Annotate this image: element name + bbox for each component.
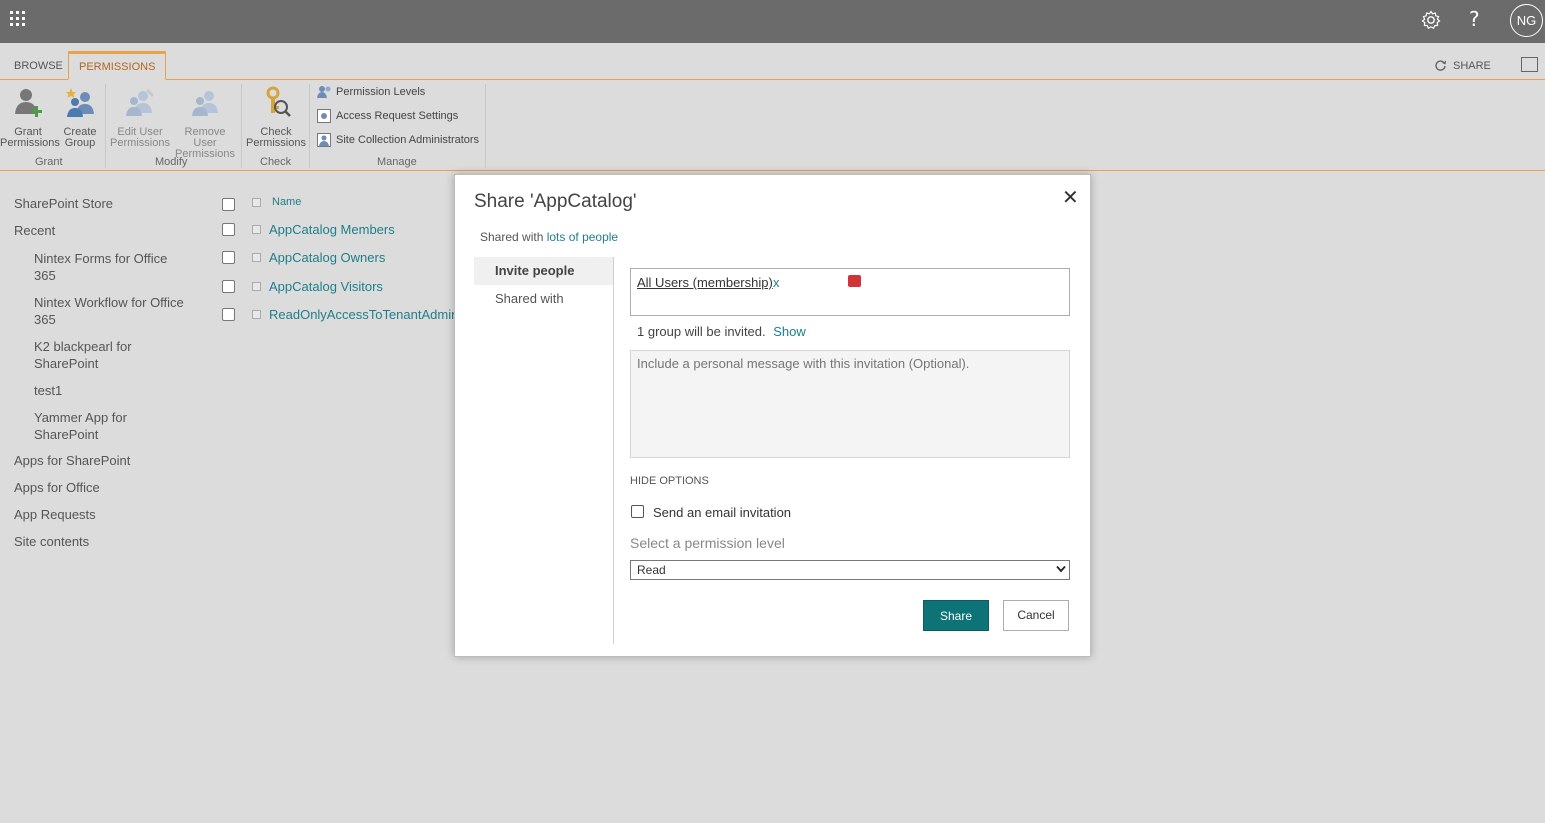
chevron-down-icon (1056, 565, 1066, 573)
check-permissions-button[interactable]: Check Permissions (246, 86, 306, 149)
grant-permissions-icon (15, 89, 42, 117)
cancel-button[interactable]: Cancel (1003, 600, 1069, 631)
row-item-checkbox[interactable] (252, 282, 261, 291)
row-item-checkbox[interactable] (252, 253, 261, 262)
group-label-manage: Manage (377, 156, 417, 168)
nav-item-nintex-forms[interactable]: Nintex Forms for Office 365 (34, 250, 184, 284)
invited-count-text: 1 group will be invited. Show (637, 324, 806, 339)
tab-shared-with[interactable]: Shared with (474, 285, 613, 313)
site-collection-administrators-button[interactable]: Site Collection Administrators (317, 133, 479, 147)
list-item-link[interactable]: AppCatalog Members (269, 222, 395, 237)
show-link[interactable]: Show (773, 324, 806, 339)
list-item-link[interactable]: AppCatalog Owners (269, 250, 385, 265)
nav-item-nintex-workflow[interactable]: Nintex Workflow for Office 365 (34, 294, 184, 328)
edit-user-permissions-icon (126, 88, 155, 116)
app-launcher-icon[interactable] (10, 11, 26, 27)
ribbon-tab-row: BROWSE PERMISSIONS SHARE (0, 43, 1545, 80)
row-checkbox[interactable] (222, 308, 235, 321)
ribbon-separator (309, 84, 310, 168)
share-page-button[interactable]: SHARE (1434, 59, 1491, 72)
site-collection-admins-icon (317, 133, 331, 147)
create-group-label-2: Group (64, 137, 96, 149)
list-item-link[interactable]: ReadOnlyAccessToTenantAdminS (269, 307, 467, 322)
ribbon-separator (485, 84, 486, 168)
ribbon-separator (105, 84, 106, 168)
header-item-checkbox[interactable] (252, 198, 261, 207)
tab-browse[interactable]: BROWSE (4, 53, 73, 80)
tab-invite-people[interactable]: Invite people (474, 257, 613, 285)
shared-with-summary: Shared with lots of people (480, 230, 618, 244)
avatar[interactable]: NG (1510, 4, 1543, 37)
send-email-label: Send an email invitation (653, 505, 792, 520)
dialog-side-nav: Invite people Shared with (474, 257, 614, 644)
help-icon[interactable]: ? (1469, 7, 1480, 31)
remove-token-button[interactable]: x (773, 275, 780, 290)
shared-with-prefix: Shared with (480, 230, 544, 244)
row-checkbox[interactable] (222, 251, 235, 264)
permission-levels-label: Permission Levels (336, 86, 426, 98)
nav-item-yammer-app[interactable]: Yammer App for SharePoint (34, 409, 184, 443)
nav-item-apps-for-office[interactable]: Apps for Office (14, 480, 100, 495)
dialog-title: Share 'AppCatalog' (474, 191, 637, 212)
suite-bar: ? NG (0, 0, 1545, 43)
permission-level-label: Select a permission level (630, 535, 785, 551)
site-collection-administrators-label: Site Collection Administrators (336, 134, 480, 146)
access-request-icon (317, 109, 331, 123)
permission-level-value: Read (637, 563, 666, 577)
row-checkbox[interactable] (222, 223, 235, 236)
check-permissions-label-2: Permissions (246, 137, 306, 149)
grant-permissions-label-2: Permissions (0, 137, 60, 149)
group-label-check: Check (260, 156, 292, 168)
select-all-checkbox[interactable] (222, 198, 235, 211)
group-label-modify: Modify (155, 156, 188, 168)
tab-permissions[interactable]: PERMISSIONS (68, 51, 167, 80)
people-token[interactable]: All Users (membership) (637, 275, 773, 290)
nav-item-k2-blackpearl[interactable]: K2 blackpearl for SharePoint (34, 338, 184, 372)
edit-user-permissions-label-2: Permissions (110, 137, 170, 149)
nav-item-site-contents[interactable]: Site contents (14, 534, 89, 549)
gear-icon[interactable] (1420, 9, 1442, 31)
grant-permissions-button[interactable]: Grant Permissions (0, 86, 60, 149)
remove-user-permissions-icon (192, 91, 218, 116)
row-checkbox[interactable] (222, 280, 235, 293)
remove-user-permissions-label-1: Remove User (184, 126, 226, 149)
hide-options-link[interactable]: HIDE OPTIONS (630, 475, 709, 487)
share-sync-icon (1435, 60, 1447, 71)
list-item-link[interactable]: AppCatalog Visitors (269, 279, 383, 294)
access-request-settings-label: Access Request Settings (336, 110, 459, 122)
permission-level-select[interactable]: Read (630, 560, 1070, 580)
send-email-checkbox[interactable] (631, 505, 644, 518)
shared-with-link[interactable]: lots of people (547, 230, 618, 244)
check-permissions-icon (266, 86, 291, 117)
access-request-settings-button[interactable]: Access Request Settings (317, 109, 458, 123)
focus-on-content-icon[interactable] (1521, 57, 1538, 72)
row-item-checkbox[interactable] (252, 310, 261, 319)
row-item-checkbox[interactable] (252, 225, 261, 234)
close-icon[interactable]: ✕ (1062, 185, 1079, 209)
share-page-label: SHARE (1453, 59, 1491, 72)
invited-count-label: 1 group will be invited. (637, 324, 766, 339)
nav-item-sharepoint-store[interactable]: SharePoint Store (14, 196, 113, 211)
column-header-name[interactable]: Name (272, 196, 301, 208)
permission-levels-icon (317, 86, 331, 98)
permission-levels-button[interactable]: Permission Levels (317, 85, 425, 99)
remove-user-permissions-button[interactable]: Remove User Permissions (172, 86, 238, 160)
nav-item-test1[interactable]: test1 (34, 382, 184, 399)
nav-item-apps-for-sharepoint[interactable]: Apps for SharePoint (14, 453, 130, 468)
people-picker-input[interactable]: All Users (membership) x (630, 268, 1070, 316)
share-dialog: Share 'AppCatalog' ✕ Shared with lots of… (454, 174, 1091, 657)
create-group-icon (66, 88, 94, 117)
group-label-grant: Grant (35, 156, 63, 168)
personal-message-input[interactable] (630, 350, 1070, 458)
edit-user-permissions-button[interactable]: Edit User Permissions (110, 86, 170, 149)
ribbon-separator (241, 84, 242, 168)
nav-item-app-requests[interactable]: App Requests (14, 507, 96, 522)
nav-item-recent[interactable]: Recent (14, 223, 55, 238)
create-group-button[interactable]: Create Group (60, 86, 100, 149)
presence-card-icon[interactable] (848, 275, 861, 287)
share-button[interactable]: Share (923, 600, 989, 631)
ribbon: Grant Permissions Create Group Grant Edi… (0, 80, 1545, 171)
